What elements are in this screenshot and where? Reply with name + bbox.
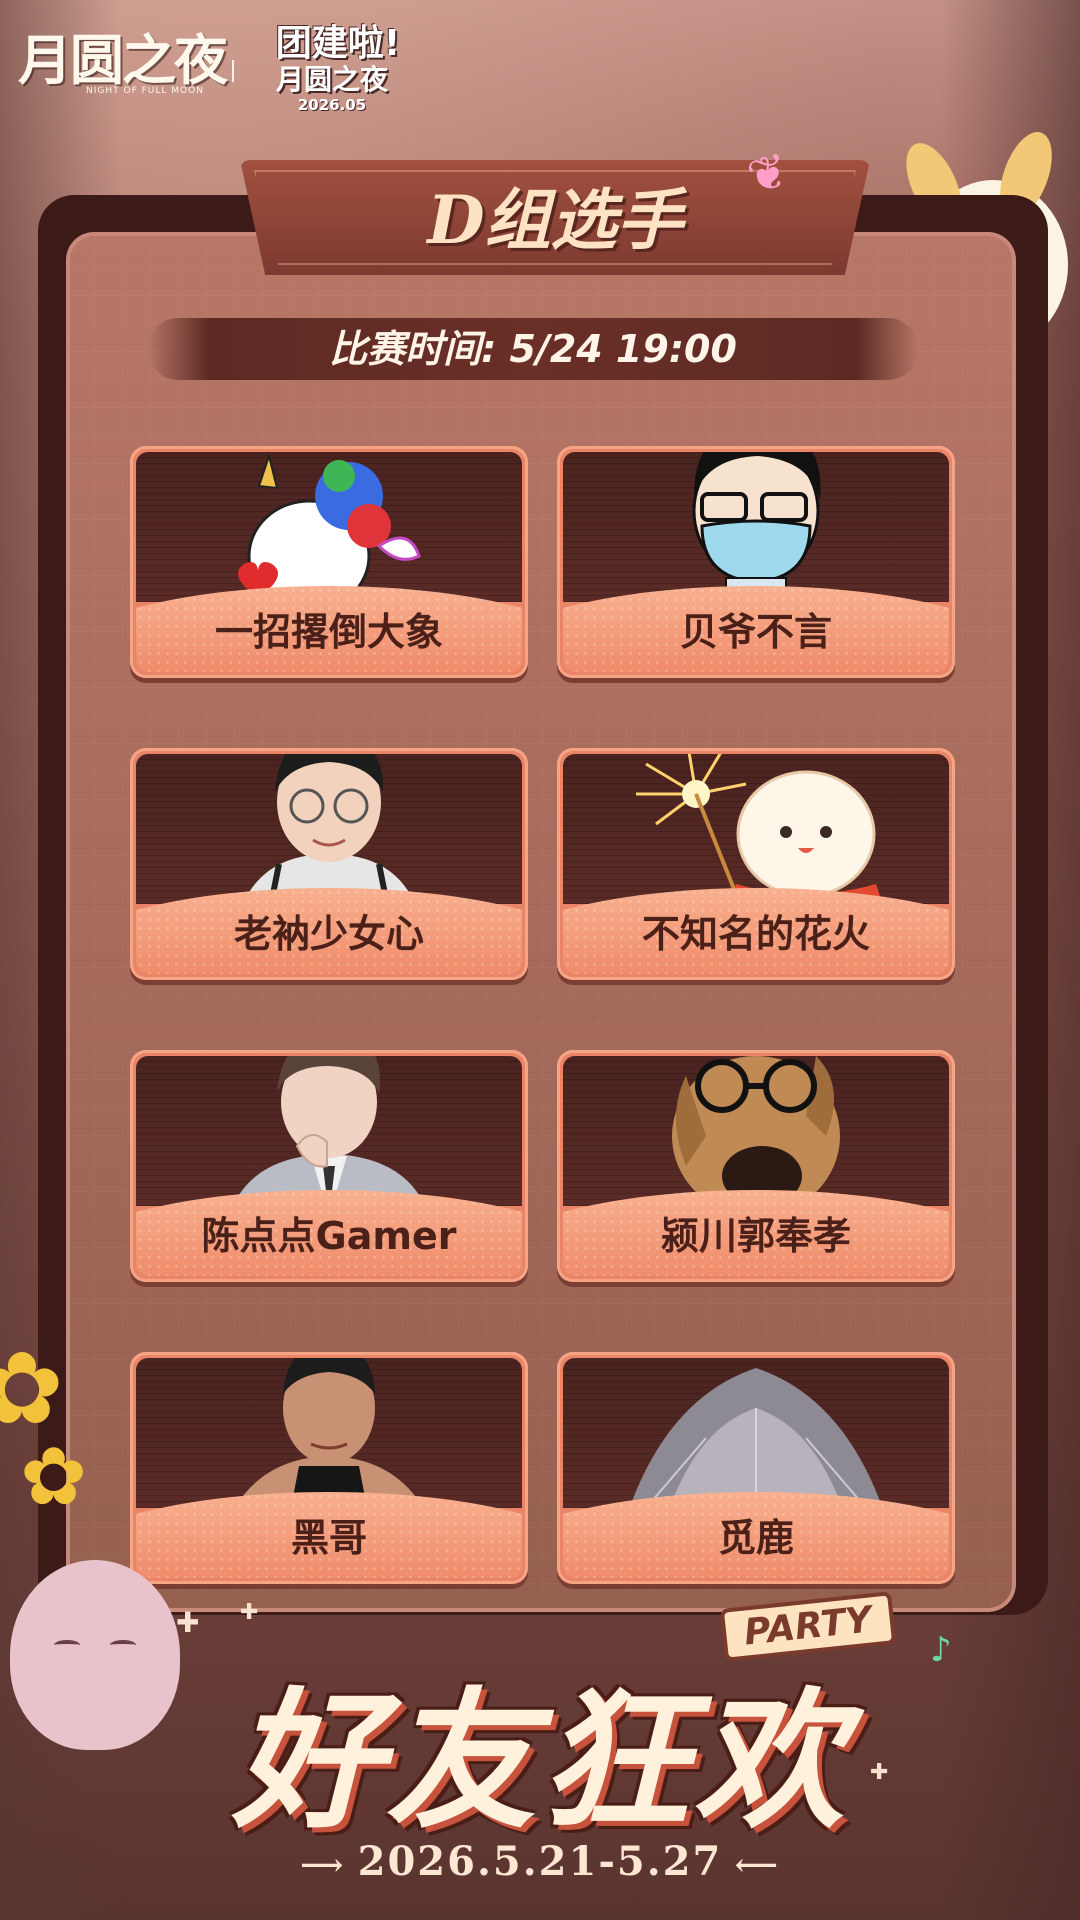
match-time: 比赛时间: 5/24 19:00 [329, 327, 737, 371]
game-logo-cn: 月圆之夜 [18, 28, 228, 92]
music-note-icon: ♪ [930, 1630, 952, 1670]
man-in-tank-top-photo-avatar [234, 1358, 424, 1508]
player-name: 一招撂倒大象 [214, 610, 443, 654]
player-card[interactable]: 黑哥 [130, 1352, 528, 1584]
flower-icon: ✿ [20, 1430, 88, 1523]
sparkle-icon: ✚ [176, 1606, 200, 1639]
arrow-right-icon: ⟶ [300, 1848, 358, 1883]
cat-eye-right [110, 1640, 136, 1650]
masked-boy-cartoon-avatar [692, 452, 821, 602]
bun-with-sparkler-avatar [636, 754, 883, 904]
dog-with-glasses-avatar [672, 1056, 840, 1206]
player-card[interactable]: 不知名的花火 [557, 748, 955, 980]
event-logo: 团建啦! 月圆之夜 2026.05 [258, 23, 418, 115]
player-card-screen [136, 1056, 522, 1206]
unicorn-doodle-avatar [238, 452, 421, 602]
event-logo-line2: 月圆之夜 [275, 63, 388, 96]
player-card-screen [136, 452, 522, 602]
footer-title: 好友狂欢 [231, 1675, 848, 1849]
player-card[interactable]: 颍川郭奉孝 [557, 1050, 955, 1282]
man-with-glasses-photo-avatar [242, 754, 416, 904]
player-name: 不知名的花火 [641, 912, 870, 956]
sparkle-icon: ✚ [240, 1600, 259, 1625]
player-card-screen [563, 452, 949, 602]
player-name: 觅鹿 [717, 1516, 794, 1560]
player-card[interactable]: 贝爷不言 [557, 446, 955, 678]
footer-date-line: ⟶ 2026.5.21-5.27 ⟵ [200, 1838, 880, 1885]
arrow-left-icon: ⟵ [722, 1848, 780, 1883]
player-card-screen [563, 754, 949, 904]
player-name: 老衲少女心 [233, 912, 424, 956]
player-card[interactable]: 觅鹿 [557, 1352, 955, 1584]
player-card-screen [136, 754, 522, 904]
player-card-screen [563, 1056, 949, 1206]
game-logo: 月圆之夜 NIGHT OF FULL MOON [18, 28, 228, 96]
player-card[interactable]: 陈点点Gamer [130, 1050, 528, 1282]
player-name: 陈点点Gamer [201, 1214, 457, 1258]
player-card-screen [136, 1358, 522, 1508]
logo-divider [232, 60, 234, 82]
player-name: 黑哥 [290, 1516, 367, 1560]
footer-date: 2026.5.21-5.27 [357, 1838, 723, 1885]
cat-eye-left [54, 1640, 80, 1650]
player-name: 贝爷不言 [679, 610, 832, 654]
event-logo-date: 2026.05 [297, 96, 367, 114]
man-in-suit-photo-avatar [232, 1056, 426, 1206]
player-card[interactable]: 老衲少女心 [130, 748, 528, 980]
event-logo-line1: 团建啦! [275, 23, 401, 64]
player-name: 颍川郭奉孝 [660, 1214, 851, 1258]
player-card-screen [563, 1358, 949, 1508]
anime-character-avatar [629, 1358, 883, 1508]
player-card[interactable]: 一招撂倒大象 [130, 446, 528, 678]
